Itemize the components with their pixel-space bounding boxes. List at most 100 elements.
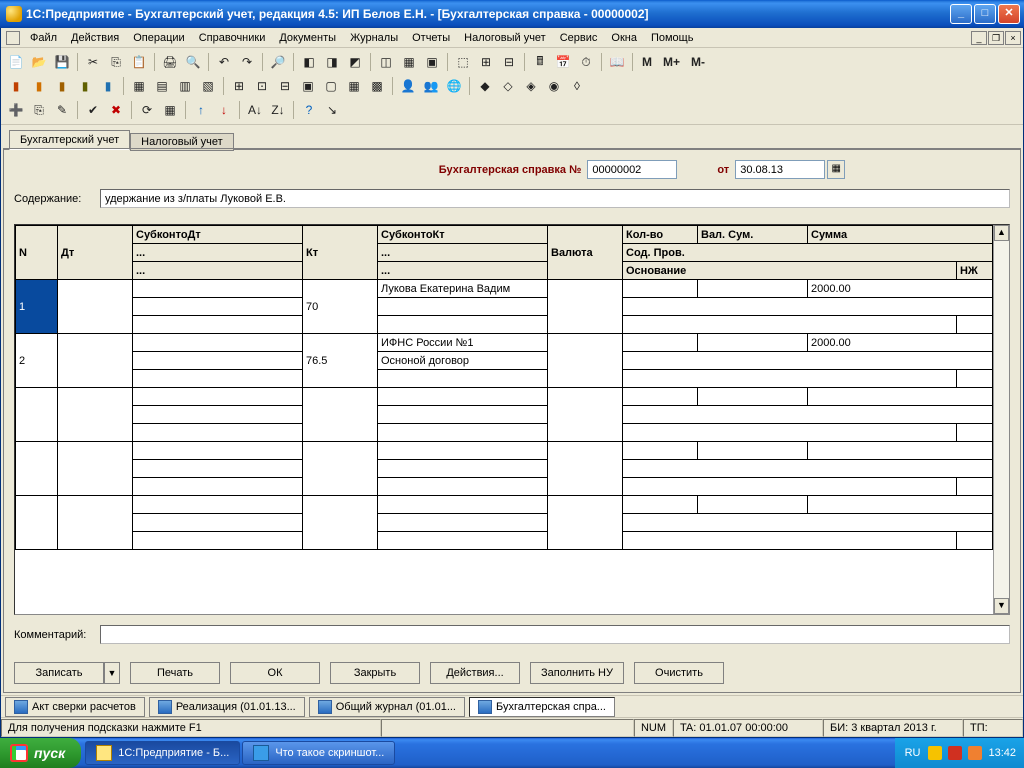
book-icon[interactable]: 📖 [606, 51, 628, 73]
tab-accounting[interactable]: Бухгалтерский учет [9, 130, 130, 150]
new-icon[interactable]: 📄 [5, 51, 27, 73]
ok-button[interactable]: ОК [230, 662, 320, 684]
menu-operations[interactable]: Операции [126, 30, 191, 46]
tool-icon-a[interactable]: ◧ [298, 51, 320, 73]
tool-icon-e[interactable]: ▦ [398, 51, 420, 73]
help-icon[interactable]: ? [298, 99, 320, 121]
ref-icon-4[interactable]: ▮ [74, 75, 96, 97]
report-icon-7[interactable]: ▩ [366, 75, 388, 97]
redo-icon[interactable]: ↷ [236, 51, 258, 73]
clock[interactable]: 13:42 [988, 747, 1016, 759]
col-subkt2[interactable]: ... [378, 244, 548, 262]
memory-mminus-button[interactable]: М- [686, 51, 710, 73]
cell-valsum[interactable] [698, 280, 808, 298]
mdi-close-button[interactable]: × [1005, 31, 1021, 45]
menu-help[interactable]: Помощь [644, 30, 701, 46]
arrow-down-icon[interactable]: ↓ [213, 99, 235, 121]
menu-docs[interactable]: Документы [272, 30, 343, 46]
cell-subdt2[interactable] [133, 298, 303, 316]
cell-subdt1[interactable] [133, 334, 303, 352]
tab-tax[interactable]: Налоговый учет [130, 133, 234, 151]
col-dt[interactable]: Дт [58, 226, 133, 280]
col-subdt2[interactable]: ... [133, 244, 303, 262]
tool-icon-f[interactable]: ▣ [421, 51, 443, 73]
mdi-system-icon[interactable] [6, 31, 20, 45]
cell-dt[interactable] [58, 334, 133, 388]
tray-shield-icon[interactable] [928, 746, 942, 760]
cell-subkt1[interactable]: ИФНС России №1 [378, 334, 548, 352]
line-post-icon[interactable]: ✔ [82, 99, 104, 121]
cell-subdt3[interactable] [133, 316, 303, 334]
col-osnovanie[interactable]: Основание [623, 262, 957, 280]
save-icon[interactable]: 💾 [51, 51, 73, 73]
cell-dt[interactable] [58, 280, 133, 334]
cell-subkt3[interactable] [378, 316, 548, 334]
menu-windows[interactable]: Окна [604, 30, 644, 46]
cell-nzh[interactable] [956, 316, 992, 334]
tool-icon-i[interactable]: ⊟ [498, 51, 520, 73]
col-valsum[interactable]: Вал. Сум. [698, 226, 808, 244]
window-tab[interactable]: Акт сверки расчетов [5, 697, 145, 717]
cell-currency[interactable] [548, 280, 623, 334]
user-icon[interactable]: 👤 [397, 75, 419, 97]
col-qty[interactable]: Кол-во [623, 226, 698, 244]
users-icon[interactable]: 👥 [420, 75, 442, 97]
report-icon-5[interactable]: ▢ [320, 75, 342, 97]
cell-osnovanie[interactable] [623, 370, 957, 388]
cell-qty[interactable] [623, 280, 698, 298]
taskbar-task[interactable]: Что такое скриншот... [242, 741, 395, 765]
menu-file[interactable]: Файл [23, 30, 64, 46]
grid-icon-3[interactable]: ▥ [174, 75, 196, 97]
calc-icon[interactable]: 🖩 [529, 51, 551, 73]
misc-icon-3[interactable]: ◈ [520, 75, 542, 97]
scroll-up-icon[interactable]: ▲ [994, 225, 1009, 241]
undo-icon[interactable]: ↶ [213, 51, 235, 73]
cell-sodprov[interactable] [623, 352, 993, 370]
cell-n[interactable]: 2 [16, 334, 58, 388]
menu-actions[interactable]: Действия [64, 30, 126, 46]
close-button[interactable]: ✕ [998, 4, 1020, 24]
preview-icon[interactable]: 🔍 [182, 51, 204, 73]
col-subkt3[interactable]: ... [378, 262, 548, 280]
grid-icon-4[interactable]: ▧ [197, 75, 219, 97]
scroll-down-icon[interactable]: ▼ [994, 598, 1009, 614]
cell-subdt3[interactable] [133, 370, 303, 388]
find-icon[interactable]: 🔎 [267, 51, 289, 73]
tray-security-icon[interactable] [968, 746, 982, 760]
col-n[interactable]: N [16, 226, 58, 280]
line-grid-icon[interactable]: ▦ [159, 99, 181, 121]
maximize-button[interactable]: □ [974, 4, 996, 24]
line-del-icon[interactable]: ✖ [105, 99, 127, 121]
ref-icon-3[interactable]: ▮ [51, 75, 73, 97]
copy-icon[interactable]: ⎘ [105, 51, 127, 73]
start-button[interactable]: пуск [0, 738, 81, 768]
cell-subkt1[interactable]: Лукова Екатерина Вадим [378, 280, 548, 298]
cell-kt[interactable]: 70 [303, 280, 378, 334]
language-indicator[interactable]: RU [903, 747, 923, 759]
sort-asc-icon[interactable]: A↓ [244, 99, 266, 121]
window-tab[interactable]: Общий журнал (01.01... [309, 697, 465, 717]
report-icon-4[interactable]: ▣ [297, 75, 319, 97]
write-button[interactable]: Записать [14, 662, 104, 684]
col-nzh[interactable]: НЖ [956, 262, 992, 280]
cell-sum[interactable]: 2000.00 [808, 334, 993, 352]
tool-icon-c[interactable]: ◩ [344, 51, 366, 73]
mdi-minimize-button[interactable]: _ [971, 31, 987, 45]
print-icon[interactable]: 🖨 [159, 51, 181, 73]
line-new-icon[interactable]: ➕ [5, 99, 27, 121]
grid-icon-2[interactable]: ▤ [151, 75, 173, 97]
clear-button[interactable]: Очистить [634, 662, 724, 684]
world-icon[interactable]: 🌐 [443, 75, 465, 97]
ref-icon-1[interactable]: ▮ [5, 75, 27, 97]
menu-tax[interactable]: Налоговый учет [457, 30, 553, 46]
taskbar-task[interactable]: 1С:Предприятие - Б... [85, 741, 240, 765]
window-tab[interactable]: Реализация (01.01.13... [149, 697, 305, 717]
cell-sodprov[interactable] [623, 298, 993, 316]
paste-icon[interactable]: 📋 [128, 51, 150, 73]
memory-m-button[interactable]: М [637, 51, 657, 73]
time-icon[interactable]: ⏱ [575, 51, 597, 73]
col-sum[interactable]: Сумма [808, 226, 993, 244]
col-subdt3[interactable]: ... [133, 262, 303, 280]
cell-kt[interactable]: 76.5 [303, 334, 378, 388]
cell-subdt1[interactable] [133, 280, 303, 298]
